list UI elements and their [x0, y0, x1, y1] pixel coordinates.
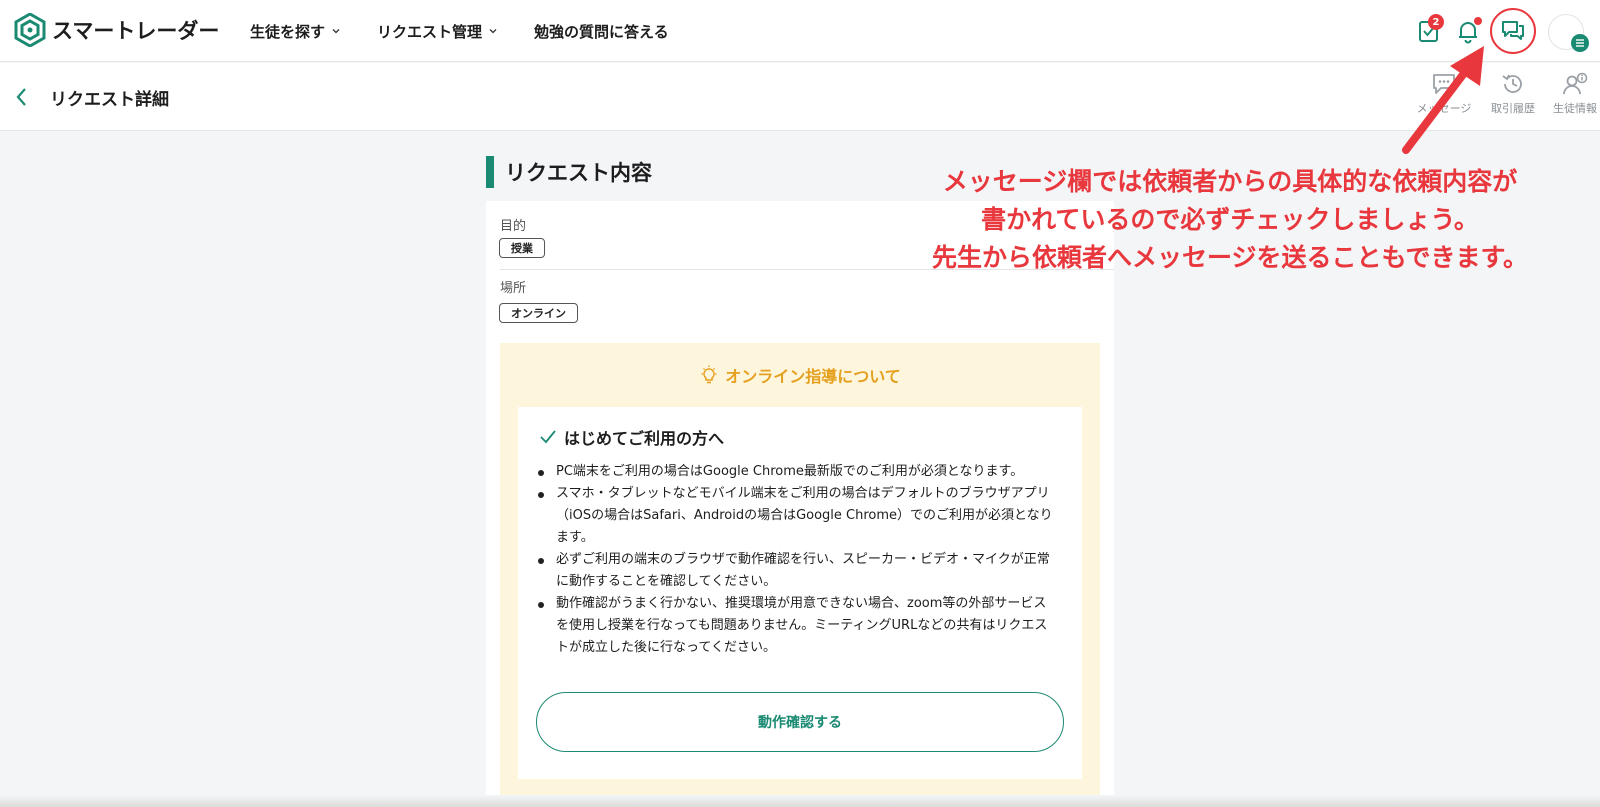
list-item: 必ずご利用の端末のブラウザで動作確認を行い、スピーカー・ビデオ・マイクが正常に動…	[538, 549, 1058, 593]
list-item: PC端末をご利用の場合はGoogle Chrome最新版でのご利用が必須となりま…	[538, 461, 1058, 483]
list-item: スマホ・タブレットなどモバイル端末をご利用の場合はデフォルトのブラウザアプリ（i…	[538, 483, 1058, 549]
bottom-shadow	[0, 795, 1600, 807]
checkmark-icon	[540, 430, 556, 444]
chevron-down-icon	[332, 29, 340, 34]
purpose-chip: 授業	[499, 238, 545, 258]
menu-icon[interactable]	[1571, 34, 1589, 52]
nav-label: 勉強の質問に答える	[534, 22, 669, 41]
top-header: スマートレーダー 生徒を探す リクエスト管理 勉強の質問に答える 2	[0, 0, 1600, 62]
app-logo[interactable]: スマートレーダー	[14, 13, 219, 47]
notification-dot	[1474, 17, 1482, 25]
bullet-dot	[538, 492, 544, 498]
bullet-text: 必ずご利用の端末のブラウザで動作確認を行い、スピーカー・ビデオ・マイクが正常に動…	[556, 552, 1050, 589]
bullet-text: スマホ・タブレットなどモバイル端末をご利用の場合はデフォルトのブラウザアプリ（i…	[556, 486, 1053, 545]
nav-label: リクエスト管理	[377, 22, 483, 41]
section-title: リクエスト内容	[505, 161, 652, 185]
logo-hexagon-icon	[14, 13, 46, 47]
nav-label: 生徒を探す	[250, 22, 326, 41]
annotation-line: メッセージ欄では依頼者からの具体的な依頼内容が	[942, 167, 1518, 196]
first-time-card: はじめてご利用の方へ PC端末をご利用の場合はGoogle Chrome最新版で…	[518, 407, 1082, 779]
device-check-button[interactable]: 動作確認する	[536, 692, 1064, 752]
lightbulb-icon	[701, 365, 717, 384]
nav-request-management[interactable]: リクエスト管理	[377, 21, 498, 42]
annotation-line: 書かれているので必ずチェックしましょう。	[981, 205, 1479, 234]
annotation-text: メッセージ欄では依頼者からの具体的な依頼内容が 書かれているので必ずチェックしま…	[880, 163, 1580, 277]
online-guidance-box: オンライン指導について はじめてご利用の方へ PC端末をご利用の場合はGoogl…	[500, 343, 1100, 807]
request-card: 目的 授業 場所 オンライン オンライン指導について はじめてご利用の方へ PC…	[486, 201, 1114, 807]
section-heading: リクエスト内容	[486, 156, 652, 188]
list-item: 動作確認がうまく行かない、推奨環境が用意できない場合、zoom等の外部サービスを…	[538, 593, 1058, 659]
first-time-heading: はじめてご利用の方へ	[540, 425, 724, 449]
back-chevron-icon[interactable]	[14, 85, 30, 109]
nav-find-students[interactable]: 生徒を探す	[250, 21, 341, 42]
app-name: スマートレーダー	[52, 19, 220, 43]
guidance-list: PC端末をご利用の場合はGoogle Chrome最新版でのご利用が必須となりま…	[538, 461, 1058, 659]
sub-header: リクエスト詳細 メッセージ 取引履歴 生徒情報	[0, 63, 1600, 131]
student-info-icon	[1563, 72, 1588, 95]
chevron-down-icon	[489, 29, 497, 34]
online-guidance-title: オンライン指導について	[725, 367, 901, 386]
online-guidance-heading: オンライン指導について	[500, 363, 1100, 387]
location-label: 場所	[500, 281, 527, 296]
bullet-text: 動作確認がうまく行かない、推奨環境が用意できない場合、zoom等の外部サービスを…	[556, 596, 1048, 655]
annotation-arrow-icon	[1402, 46, 1484, 154]
task-count-badge: 2	[1428, 14, 1444, 30]
annotation-line: 先生から依頼者へメッセージを送ることもできます。	[931, 243, 1528, 272]
tool-student-info[interactable]: 生徒情報	[1545, 71, 1600, 116]
purpose-label: 目的	[500, 219, 527, 234]
page-title: リクエスト詳細	[50, 90, 169, 110]
bullet-text: PC端末をご利用の場合はGoogle Chrome最新版でのご利用が必須となりま…	[556, 464, 1024, 479]
main-nav: 生徒を探す リクエスト管理 勉強の質問に答える	[250, 0, 705, 62]
tool-label: 生徒情報	[1553, 102, 1597, 115]
bullet-dot	[538, 558, 544, 564]
bullet-dot	[538, 470, 544, 476]
section-accent-bar	[486, 156, 494, 188]
nav-answer-questions[interactable]: 勉強の質問に答える	[534, 21, 669, 42]
location-chip: オンライン	[499, 303, 578, 323]
bullet-dot	[538, 602, 544, 608]
first-time-title: はじめてご利用の方へ	[564, 429, 725, 448]
